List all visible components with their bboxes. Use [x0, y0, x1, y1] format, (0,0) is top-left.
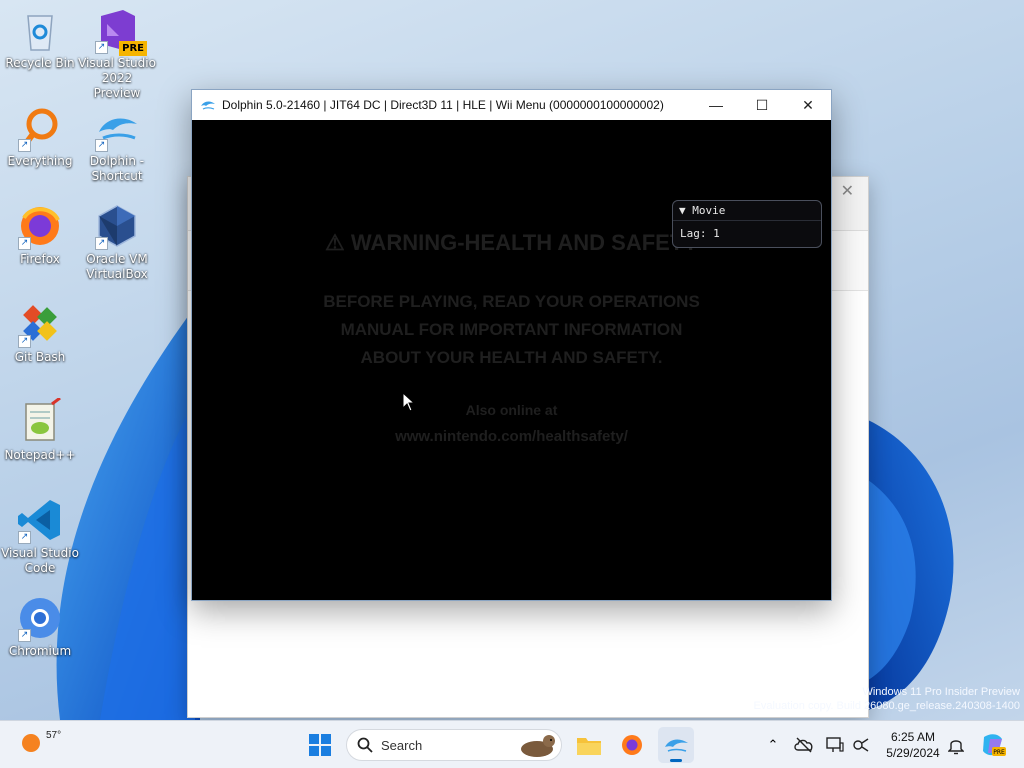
vscode-icon: ↗: [16, 496, 64, 544]
onedrive-offline-icon[interactable]: [794, 737, 814, 753]
desktop-icon-label: Chromium: [8, 644, 72, 658]
desktop-icon-vscode[interactable]: ↗ Visual Studio Code: [0, 496, 80, 576]
movie-lag-counter: Lag: 1: [680, 227, 720, 240]
notification-bell-icon[interactable]: [948, 737, 964, 755]
taskbar-file-explorer[interactable]: [571, 727, 607, 763]
windows-start-icon: [309, 734, 331, 756]
search-icon: [357, 737, 373, 753]
dolphin-icon: [201, 101, 215, 110]
movie-panel-header[interactable]: ▼ Movie: [673, 201, 821, 221]
taskbar-search-box[interactable]: Search: [346, 729, 562, 761]
chromium-icon: ↗: [16, 594, 64, 642]
windows-watermark: Windows 11 Pro Insider Preview Evaluatio…: [753, 686, 1020, 712]
movie-overlay-panel[interactable]: ▼ Movie Lag: 1: [672, 200, 822, 248]
weather-sun-icon: [22, 734, 40, 752]
desktop-icon-chromium[interactable]: ↗ Chromium: [0, 594, 80, 659]
taskbar: 57° Search ⌃ 6:25 AM 5/29/2024 PRE: [0, 720, 1024, 768]
desktop-icon-dolphin-shortcut[interactable]: ↗ Dolphin - Shortcut: [77, 104, 157, 184]
dolphin-icon: ↗: [93, 104, 141, 152]
copilot-icon[interactable]: PRE: [980, 733, 1006, 757]
desktop-icon-label: Firefox: [20, 252, 60, 266]
desktop-icon-label: Notepad++: [4, 448, 76, 462]
taskbar-dolphin[interactable]: [658, 727, 694, 763]
shortcut-arrow-icon: ↗: [18, 531, 31, 544]
collapse-triangle-icon[interactable]: ▼: [679, 204, 686, 217]
shortcut-arrow-icon: ↗: [18, 335, 31, 348]
taskbar-clock[interactable]: 6:25 AM 5/29/2024: [880, 729, 946, 761]
clock-time: 6:25 AM: [890, 730, 936, 744]
dolphin-titlebar[interactable]: Dolphin 5.0-21460 | JIT64 DC | Direct3D …: [192, 90, 831, 120]
desktop-icon-label: Everything: [7, 154, 73, 168]
window-title: Dolphin 5.0-21460 | JIT64 DC | Direct3D …: [222, 98, 664, 112]
health-safety-url: www.nintendo.com/healthsafety/: [395, 428, 628, 445]
shortcut-arrow-icon: ↗: [95, 139, 108, 152]
desktop-icon-visual-studio-2022-preview[interactable]: PRE ↗ Visual Studio 2022 Preview: [77, 6, 157, 101]
search-highlight-otter-icon: [521, 735, 555, 757]
weather-temperature: 57°: [46, 729, 62, 741]
also-online-text: Also online at: [465, 402, 558, 418]
desktop-icon-git-bash[interactable]: ↗ Git Bash: [0, 300, 80, 365]
clock-date: 5/29/2024: [886, 746, 940, 760]
svg-text:PRE: PRE: [993, 749, 1005, 756]
warning-line-1: BEFORE PLAYING, READ YOUR OPERATIONS: [323, 292, 700, 311]
virtualbox-icon: ↗: [93, 202, 141, 250]
visual-studio-icon: PRE ↗: [93, 6, 147, 56]
start-button[interactable]: [302, 727, 338, 763]
game-render-area[interactable]: ⚠ WARNING-HEALTH AND SAFETY BEFORE PLAYI…: [192, 120, 831, 600]
desktop-icon-firefox[interactable]: ↗ Firefox: [0, 202, 80, 267]
notepad-plus-plus-icon: [16, 396, 64, 446]
taskbar-firefox[interactable]: [614, 727, 650, 763]
display-icon[interactable]: [826, 737, 844, 753]
everything-search-icon: ↗: [16, 104, 64, 152]
network-icon[interactable]: [852, 737, 870, 753]
preview-badge: PRE: [119, 41, 147, 56]
shortcut-arrow-icon: ↗: [18, 629, 31, 642]
search-placeholder: Search: [381, 737, 423, 753]
close-icon[interactable]: ✕: [841, 181, 854, 200]
dolphin-icon: [665, 739, 688, 752]
desktop-icon-label: Recycle Bin: [5, 56, 75, 70]
chevron-up-icon[interactable]: ⌃: [762, 737, 784, 753]
system-tray: ⌃: [762, 721, 870, 768]
shortcut-arrow-icon: ↗: [18, 237, 31, 250]
desktop-icon-notepad-plus-plus[interactable]: Notepad++: [0, 396, 80, 463]
minimize-button[interactable]: —: [693, 90, 739, 120]
shortcut-arrow-icon: ↗: [18, 139, 31, 152]
maximize-button[interactable]: ☐: [739, 90, 785, 120]
desktop-icon-label: Git Bash: [14, 350, 66, 364]
warning-line-3: ABOUT YOUR HEALTH AND SAFETY.: [360, 348, 663, 367]
desktop-icon-label: Oracle VM VirtualBox: [86, 252, 148, 281]
shortcut-arrow-icon: ↗: [95, 41, 108, 54]
warning-triangle-icon: ⚠: [325, 230, 345, 255]
shortcut-arrow-icon: ↗: [95, 237, 108, 250]
desktop-icon-everything[interactable]: ↗ Everything: [0, 104, 80, 169]
desktop-icon-recycle-bin[interactable]: Recycle Bin: [0, 6, 80, 71]
dolphin-window[interactable]: Dolphin 5.0-21460 | JIT64 DC | Direct3D …: [191, 89, 832, 601]
close-button[interactable]: ✕: [785, 90, 831, 120]
firefox-icon: ↗: [16, 202, 64, 250]
recycle-bin-icon: [16, 6, 64, 54]
mouse-cursor-icon: [402, 392, 416, 412]
git-bash-icon: ↗: [16, 300, 64, 348]
desktop-icon-label: Visual Studio Code: [1, 546, 79, 575]
desktop-icon-label: Dolphin - Shortcut: [89, 154, 145, 183]
desktop-icon-label: Visual Studio 2022 Preview: [78, 56, 156, 100]
file-explorer-icon: [577, 738, 601, 755]
firefox-icon: [622, 735, 642, 755]
desktop-icon-virtualbox[interactable]: ↗ Oracle VM VirtualBox: [77, 202, 157, 282]
warning-line-2: MANUAL FOR IMPORTANT INFORMATION: [340, 320, 683, 339]
weather-widget[interactable]: 57°: [18, 729, 61, 755]
